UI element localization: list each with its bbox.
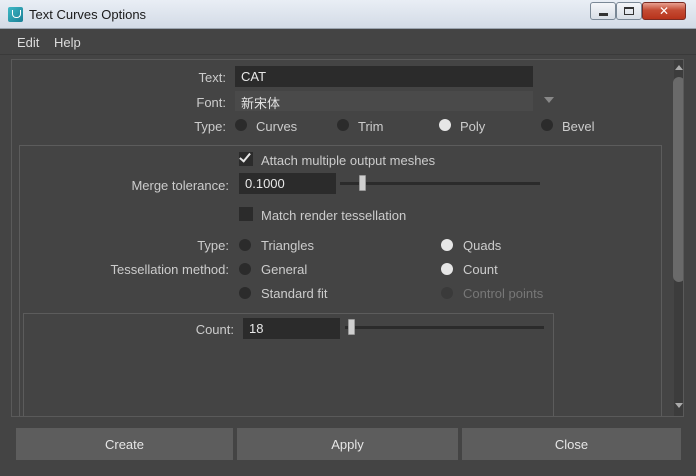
apply-button[interactable]: Apply <box>237 428 458 460</box>
type-label: Type: <box>194 119 226 134</box>
count-slider-handle[interactable] <box>348 319 355 335</box>
maximize-button[interactable] <box>616 2 642 20</box>
options-panel: Text: Font: 新宋体 Type: Curves Trim Poly B… <box>11 59 684 417</box>
match-render-label: Match render tessellation <box>261 208 407 223</box>
text-input[interactable] <box>235 66 533 87</box>
menu-bar: Edit Help <box>0 29 696 55</box>
merge-tolerance-handle[interactable] <box>359 175 366 191</box>
merge-tolerance-label: Merge tolerance: <box>131 178 229 193</box>
menu-edit[interactable]: Edit <box>17 35 39 50</box>
maximize-icon <box>624 7 634 15</box>
radio-control-points <box>441 287 453 299</box>
radio-standard-fit[interactable] <box>239 287 251 299</box>
menu-help[interactable]: Help <box>54 35 81 50</box>
radio-curves[interactable] <box>235 119 247 131</box>
radio-bevel-label: Bevel <box>562 119 595 134</box>
attach-checkbox[interactable] <box>239 150 253 166</box>
poly-type-label: Type: <box>197 238 229 253</box>
merge-tolerance-input[interactable] <box>239 173 336 194</box>
radio-triangles-label: Triangles <box>261 238 314 253</box>
radio-trim-label: Trim <box>358 119 384 134</box>
count-input[interactable] <box>243 318 340 339</box>
radio-general[interactable] <box>239 263 251 275</box>
radio-poly-label: Poly <box>460 119 486 134</box>
vertical-scrollbar[interactable] <box>673 60 683 416</box>
radio-trim[interactable] <box>337 119 349 131</box>
window-title: Text Curves Options <box>29 7 147 22</box>
close-icon: ✕ <box>658 4 670 18</box>
radio-bevel[interactable] <box>541 119 553 131</box>
radio-poly[interactable] <box>439 119 451 131</box>
radio-control-points-label: Control points <box>463 286 544 301</box>
minimize-button[interactable] <box>590 2 616 20</box>
scrollbar-thumb[interactable] <box>673 77 683 282</box>
create-button[interactable]: Create <box>16 428 233 460</box>
title-bar: Text Curves Options ✕ <box>0 0 696 29</box>
attach-label: Attach multiple output meshes <box>261 153 436 168</box>
radio-triangles[interactable] <box>239 239 251 251</box>
radio-count-label: Count <box>463 262 498 277</box>
font-label: Font: <box>196 95 226 110</box>
close-button[interactable]: Close <box>462 428 681 460</box>
close-window-button[interactable]: ✕ <box>642 2 686 20</box>
count-slider[interactable] <box>345 326 544 329</box>
radio-curves-label: Curves <box>256 119 298 134</box>
tessellation-method-label: Tessellation method: <box>110 262 229 277</box>
scroll-up-icon[interactable] <box>675 65 683 70</box>
radio-general-label: General <box>261 262 308 277</box>
radio-quads[interactable] <box>441 239 453 251</box>
merge-tolerance-slider[interactable] <box>340 182 540 185</box>
radio-standard-fit-label: Standard fit <box>261 286 328 301</box>
dropdown-arrow-icon[interactable] <box>544 97 554 103</box>
scroll-down-icon[interactable] <box>675 403 683 408</box>
text-label: Text: <box>198 70 226 85</box>
radio-count[interactable] <box>441 263 453 275</box>
maya-app-icon <box>8 7 23 22</box>
font-dropdown[interactable]: 新宋体 <box>235 91 533 112</box>
radio-quads-label: Quads <box>463 238 502 253</box>
count-label: Count: <box>195 322 234 337</box>
minimize-icon <box>598 12 608 16</box>
match-render-checkbox[interactable] <box>239 207 253 221</box>
checkmark-icon <box>239 150 251 163</box>
